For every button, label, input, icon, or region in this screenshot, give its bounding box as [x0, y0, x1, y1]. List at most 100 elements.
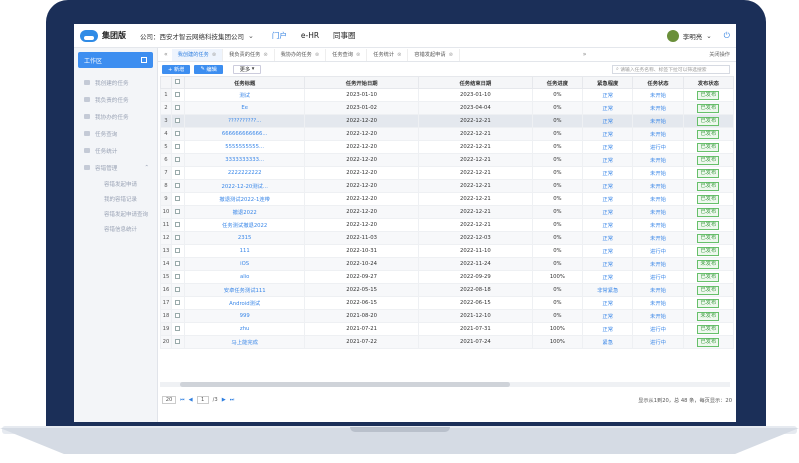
next-page-icon[interactable]: ▶ — [222, 397, 226, 403]
row-checkbox[interactable] — [170, 257, 186, 271]
table-row[interactable]: 15 alio 2022-09-27 2022-09-29 100% 正常 进行中 已发布 — [160, 270, 735, 284]
checkbox[interactable] — [175, 130, 181, 136]
sidebar-sub-apply[interactable]: 容错发起申请 — [74, 176, 157, 191]
sidebar-item-fault[interactable]: 容错管理 ⌃ — [74, 159, 157, 176]
checkbox[interactable] — [175, 79, 181, 84]
horizontal-scrollbar[interactable] — [180, 382, 510, 387]
checkbox[interactable] — [175, 299, 181, 305]
table-row[interactable]: 12 2315 2022-11-03 2022-12-03 0% 正常 未开始 已发布 — [160, 231, 735, 245]
power-icon[interactable]: ⏻ — [724, 31, 730, 41]
double-left-icon[interactable]: « — [160, 51, 172, 58]
checkbox[interactable] — [175, 286, 181, 292]
row-checkbox[interactable] — [170, 296, 186, 310]
close-icon[interactable]: ⊗ — [449, 52, 453, 58]
sidebar-sub-apply-query[interactable]: 容错发起申请查询 — [74, 206, 157, 221]
table-row[interactable]: 9 撤退测试2022-1连带 2022-12-20 2022-12-21 0% 正常 未开始… — [160, 192, 735, 206]
tab-responsible[interactable]: 我负责的任务 ⊗ — [223, 48, 275, 61]
sidebar-item-query[interactable]: 任务查询 — [74, 125, 157, 142]
company-selector[interactable]: 公司：西安才智云网络科技集团公司 — [140, 31, 244, 41]
task-title[interactable]: 任务测试撤退2022 — [184, 218, 306, 232]
task-title[interactable]: 马上能完成 — [184, 335, 306, 349]
table-row[interactable]: 7 2222222222 2022-12-20 2022-12-21 0% 正常 未开始 已发… — [160, 166, 735, 180]
double-right-icon[interactable]: » — [579, 51, 591, 58]
user-menu[interactable]: 李明亮 ⌄ ⏻ — [666, 29, 730, 42]
nav-portal[interactable]: 门户 — [272, 30, 287, 41]
table-row[interactable]: 8 2022-12-20测试... 2022-12-20 2022-12-21 0% 正常… — [160, 179, 735, 193]
header-start[interactable]: 任务开始日期 — [304, 76, 420, 89]
nav-ehr[interactable]: e-HR — [301, 31, 319, 40]
table-row[interactable]: 3??????????... 2022-12-20 2022-12-21 0% 正常 未开… — [160, 114, 735, 128]
table-row[interactable]: 5 5555555555... 2022-12-20 2022-12-21 0% 正常 进行… — [160, 140, 735, 154]
close-icon[interactable]: ⊗ — [315, 52, 319, 58]
checkbox[interactable] — [175, 182, 181, 188]
row-checkbox[interactable] — [170, 192, 186, 206]
row-checkbox[interactable] — [170, 179, 186, 193]
sidebar-sub-records[interactable]: 我的容错记录 — [74, 191, 157, 206]
row-checkbox[interactable] — [170, 88, 186, 102]
more-button[interactable]: 更多 ▾ — [232, 64, 262, 74]
last-page-icon[interactable]: ⏭ — [230, 397, 235, 404]
checkbox[interactable] — [175, 117, 181, 123]
chevron-down-icon[interactable]: ⌄ — [248, 32, 254, 40]
checkbox[interactable] — [175, 338, 181, 344]
table-row[interactable]: 20 马上能完成 2021-07-22 2021-07-24 100% 紧急 进行中 已发布 — [160, 335, 735, 349]
checkbox[interactable] — [175, 273, 181, 279]
row-checkbox[interactable] — [170, 101, 186, 115]
checkbox[interactable] — [175, 143, 181, 149]
table-row[interactable]: 19 zhu 2021-07-21 2021-07-31 100% 正常 进行中 已发布 — [160, 322, 735, 336]
task-title[interactable]: 666666666666... — [184, 127, 306, 141]
table-row[interactable]: 18 999 2021-08-20 2021-12-10 0% 正常 未开始 未发布 — [160, 309, 735, 323]
checkbox[interactable] — [175, 234, 181, 240]
header-status[interactable]: 任务状态 — [632, 76, 684, 89]
row-checkbox[interactable] — [170, 283, 186, 297]
row-checkbox[interactable] — [170, 153, 186, 167]
task-title[interactable]: zhu — [184, 322, 306, 336]
row-checkbox[interactable] — [170, 322, 186, 336]
header-publish[interactable]: 发布状态 — [682, 76, 735, 89]
checkbox[interactable] — [175, 325, 181, 331]
task-title[interactable]: 测试 — [184, 88, 306, 102]
add-button[interactable]: + 新增 — [162, 64, 191, 74]
task-title[interactable]: 5555555555... — [184, 140, 306, 154]
header-progress[interactable]: 任务进度 — [531, 76, 584, 89]
tab-created[interactable]: 我创建的任务 ⊗ — [171, 48, 224, 61]
table-row[interactable]: 2 Ee 2023-01-02 2023-04-04 0% 正常 未开始 已发布 — [160, 101, 735, 115]
first-page-icon[interactable]: ⏮ — [180, 397, 185, 404]
close-icon[interactable]: ⊗ — [212, 52, 216, 58]
task-title[interactable]: ??????????... — [184, 114, 306, 128]
checkbox[interactable] — [175, 260, 181, 266]
checkbox[interactable] — [175, 104, 181, 110]
task-title[interactable]: 2222222222 — [184, 166, 306, 180]
row-checkbox[interactable] — [170, 244, 186, 258]
table-row[interactable]: 13 111 2022-10-31 2022-11-10 0% 正常 进行中 已发布 — [160, 244, 735, 258]
sidebar-item-responsible[interactable]: 我负责的任务 — [74, 91, 157, 108]
task-title[interactable]: Android测试 — [184, 296, 306, 310]
row-checkbox[interactable] — [170, 309, 186, 323]
task-title[interactable]: 2315 — [184, 231, 306, 245]
task-title[interactable]: 999 — [184, 309, 306, 323]
task-title[interactable]: 2022-12-20测试... — [184, 179, 306, 193]
tab-stats[interactable]: 任务统计 ⊗ — [367, 48, 409, 61]
table-row[interactable]: 6 3333333333... 2022-12-20 2022-12-21 0% 正常 未开… — [160, 153, 735, 167]
header-urgency[interactable]: 紧急程度 — [582, 76, 634, 89]
tab-query[interactable]: 任务查询 ⊗ — [326, 48, 368, 61]
header-checkbox[interactable] — [170, 76, 186, 89]
task-title[interactable]: 撤退测试2022-1连带 — [184, 192, 306, 206]
close-icon[interactable]: ⊗ — [397, 52, 401, 58]
tab-assist[interactable]: 我协办的任务 ⊗ — [275, 48, 327, 61]
sidebar-item-assist[interactable]: 我协办的任务 — [74, 108, 157, 125]
row-checkbox[interactable] — [170, 231, 186, 245]
edit-button[interactable]: ✎ 编辑 — [194, 64, 223, 74]
nav-colleague-circle[interactable]: 同事圈 — [333, 30, 356, 41]
checkbox[interactable] — [175, 91, 181, 97]
checkbox[interactable] — [175, 247, 181, 253]
sidebar-item-stats[interactable]: 任务统计 — [74, 142, 157, 159]
prev-page-icon[interactable]: ◀ — [189, 397, 193, 403]
sidebar-workbench[interactable]: 工作区 — [78, 52, 153, 68]
row-checkbox[interactable] — [170, 166, 186, 180]
header-end[interactable]: 任务结束日期 — [418, 76, 533, 89]
row-checkbox[interactable] — [170, 140, 186, 154]
row-checkbox[interactable] — [170, 114, 186, 128]
checkbox[interactable] — [175, 208, 181, 214]
sidebar-item-created[interactable]: 我创建的任务 — [74, 74, 157, 91]
